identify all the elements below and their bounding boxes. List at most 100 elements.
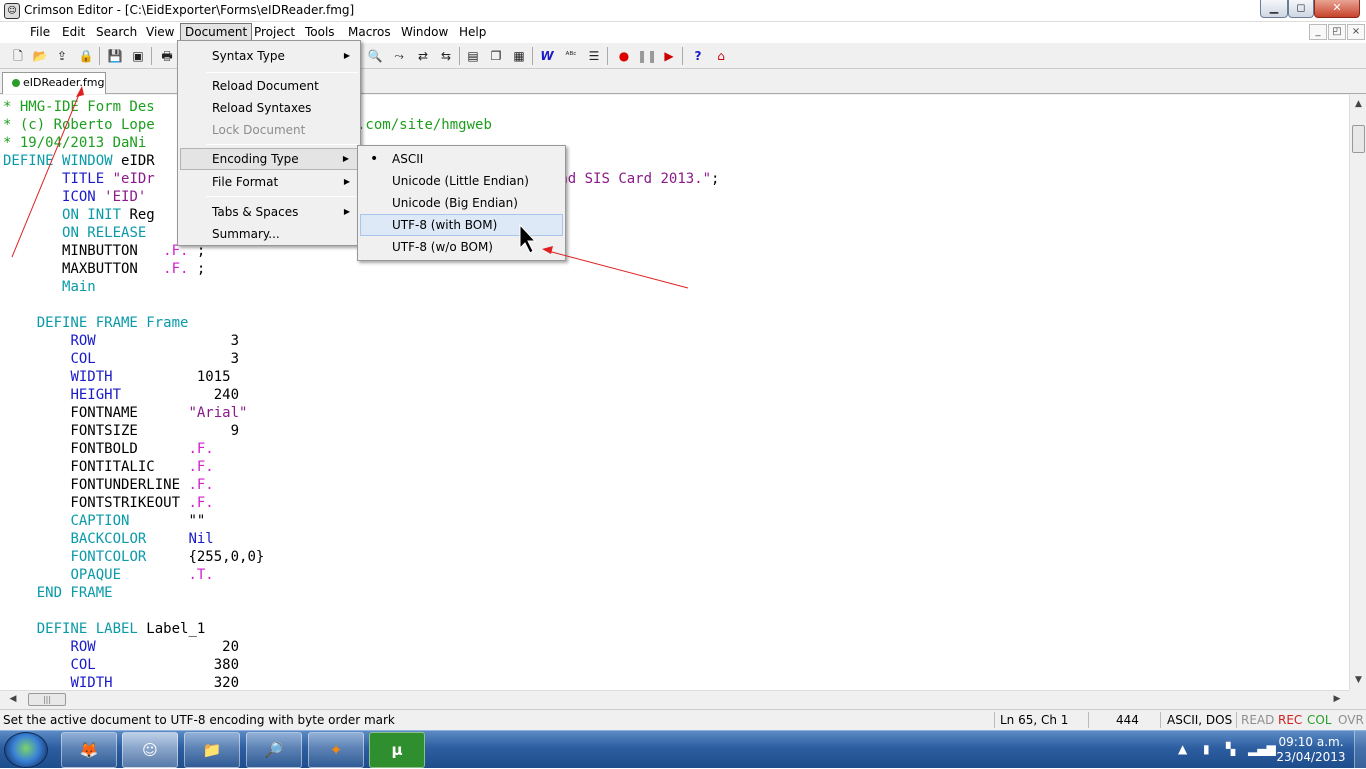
- title-bar: ☺ Crimson Editor - [C:\EidExporter\Forms…: [0, 0, 1366, 22]
- code-line: FONTBOLD .F.: [3, 440, 719, 458]
- menu-item-ascii[interactable]: • ASCII: [360, 148, 563, 170]
- menu-item-utf8-bom[interactable]: UTF-8 (with BOM): [360, 214, 563, 236]
- menu-item-encoding-type[interactable]: Encoding Type ▶: [180, 148, 358, 170]
- menu-window[interactable]: Window: [397, 23, 452, 41]
- code-line: WIDTH 320: [3, 674, 719, 690]
- open-remote-icon[interactable]: ⇪: [53, 47, 71, 65]
- code-token: Frame: [146, 315, 189, 331]
- scroll-right-icon[interactable]: ▶: [1330, 692, 1344, 706]
- usb-icon[interactable]: ▮: [1203, 742, 1210, 756]
- replace-all-icon[interactable]: ⇆: [437, 47, 455, 65]
- menu-help[interactable]: Help: [455, 23, 490, 41]
- save-all-icon[interactable]: ▣: [129, 47, 147, 65]
- system-clock[interactable]: 09:10 a.m. 23/04/2013: [1276, 735, 1346, 765]
- mdi-restore-button[interactable]: ◰: [1328, 24, 1346, 40]
- code-token: 320: [112, 675, 240, 690]
- menu-item-syntax-type[interactable]: Syntax Type ▶: [180, 45, 358, 67]
- minimize-button[interactable]: ▁: [1260, 0, 1288, 18]
- window-tile-icon[interactable]: ▤: [464, 47, 482, 65]
- menu-item-unicode-le[interactable]: Unicode (Little Endian): [360, 170, 563, 192]
- save-icon[interactable]: 💾: [106, 47, 124, 65]
- play-macro-icon[interactable]: ▶: [660, 47, 678, 65]
- window-cascade-icon[interactable]: ❐: [487, 47, 505, 65]
- new-file-icon[interactable]: 🗋: [9, 47, 27, 65]
- menu-item-label: Syntax Type: [212, 49, 285, 63]
- menu-item-reload-syntaxes[interactable]: Reload Syntaxes: [180, 97, 358, 119]
- mdi-minimize-button[interactable]: _: [1309, 24, 1327, 40]
- scroll-down-icon[interactable]: ▼: [1352, 673, 1365, 687]
- code-token: .T.: [188, 567, 214, 583]
- line-numbers-icon[interactable]: ☰: [585, 47, 603, 65]
- home-icon[interactable]: ⌂: [712, 47, 730, 65]
- code-line: DEFINE FRAME Frame: [3, 314, 719, 332]
- code-token: CAPTION: [70, 513, 189, 529]
- help-icon[interactable]: ?: [689, 47, 707, 65]
- menu-item-unicode-be[interactable]: Unicode (Big Endian): [360, 192, 563, 214]
- menu-item-utf8-nobom[interactable]: UTF-8 (w/o BOM): [360, 236, 563, 258]
- mdi-close-button[interactable]: ×: [1347, 24, 1365, 40]
- taskbar: 🦊 ☺ 📁 🔎 ✦ µ ▲ ▮ ▚ ▂▄▆ 09:10 a.m. 23/04/2…: [0, 730, 1366, 769]
- submenu-arrow-icon: ▶: [342, 154, 349, 163]
- maximize-button[interactable]: ◻: [1288, 0, 1314, 18]
- menu-item-label: Tabs & Spaces: [212, 205, 299, 219]
- tray-expand-icon[interactable]: ▲: [1178, 742, 1187, 756]
- print-icon[interactable]: 🖶: [158, 47, 176, 65]
- crimson-editor-taskbar-icon[interactable]: ☺: [122, 732, 178, 768]
- col-indicator: COL: [1307, 713, 1332, 727]
- lock-icon[interactable]: 🔒: [77, 47, 95, 65]
- window-arrange-icon[interactable]: ▦: [510, 47, 528, 65]
- menu-file[interactable]: File: [26, 23, 54, 41]
- menu-tools[interactable]: Tools: [301, 23, 339, 41]
- signal-icon[interactable]: ▂▄▆: [1248, 742, 1276, 756]
- network-tray-icon[interactable]: ▚: [1226, 742, 1235, 756]
- menu-search[interactable]: Search: [92, 23, 141, 41]
- avast-icon[interactable]: ✦: [308, 732, 364, 768]
- find-icon[interactable]: 🔍: [366, 47, 384, 65]
- show-desktop-button[interactable]: [1354, 731, 1366, 769]
- code-line: END FRAME: [3, 584, 719, 602]
- code-token: .F.: [188, 495, 214, 511]
- menu-item-tabs-spaces[interactable]: Tabs & Spaces ▶: [180, 201, 358, 223]
- menu-item-file-format[interactable]: File Format ▶: [180, 171, 358, 193]
- code-token: "": [188, 513, 206, 529]
- utorrent-icon[interactable]: µ: [369, 732, 425, 768]
- menu-item-reload-document[interactable]: Reload Document: [180, 75, 358, 97]
- word-wrap-icon[interactable]: W: [538, 47, 556, 65]
- record-macro-icon[interactable]: ●: [615, 47, 633, 65]
- firefox-icon[interactable]: 🦊: [61, 732, 117, 768]
- scroll-left-icon[interactable]: ◀: [6, 692, 20, 706]
- menu-project[interactable]: Project: [250, 23, 299, 41]
- menu-edit[interactable]: Edit: [58, 23, 89, 41]
- search-icon[interactable]: 🔎: [246, 732, 302, 768]
- menu-item-label: ASCII: [392, 152, 424, 166]
- code-line: COL 380: [3, 656, 719, 674]
- open-file-icon[interactable]: 📂: [31, 47, 49, 65]
- start-button[interactable]: [4, 732, 48, 768]
- document-menu: Syntax Type ▶ Reload Document Reload Synt…: [177, 40, 361, 246]
- horizontal-scrollbar[interactable]: ◀ ||| ▶: [0, 690, 1349, 707]
- document-tab[interactable]: eIDReader.fmg: [2, 72, 106, 94]
- spell-check-icon[interactable]: ᴬᴮᶜ: [562, 47, 580, 65]
- replace-icon[interactable]: ⇄: [414, 47, 432, 65]
- find-next-icon[interactable]: ⤳: [390, 47, 408, 65]
- vertical-scroll-thumb[interactable]: [1352, 125, 1365, 153]
- file-explorer-icon[interactable]: 📁: [184, 732, 240, 768]
- close-button[interactable]: ✕: [1314, 0, 1360, 18]
- horizontal-scroll-thumb[interactable]: |||: [28, 693, 66, 706]
- scroll-up-icon[interactable]: ▲: [1352, 97, 1365, 111]
- code-line: COL 3: [3, 350, 719, 368]
- menu-view[interactable]: View: [142, 23, 178, 41]
- code-token: BACKCOLOR: [70, 531, 189, 547]
- encoding-status: ASCII, DOS: [1167, 713, 1233, 727]
- encoding-submenu: • ASCII Unicode (Little Endian) Unicode (…: [357, 145, 566, 261]
- vertical-scrollbar[interactable]: ▲ ▼: [1349, 95, 1366, 690]
- menu-document[interactable]: Document: [180, 23, 253, 41]
- pause-macro-icon[interactable]: ❚❚: [637, 47, 657, 65]
- menu-macros[interactable]: Macros: [344, 23, 395, 41]
- crimson-editor-icon[interactable]: ☺: [4, 3, 20, 19]
- menu-item-summary[interactable]: Summary...: [180, 223, 358, 245]
